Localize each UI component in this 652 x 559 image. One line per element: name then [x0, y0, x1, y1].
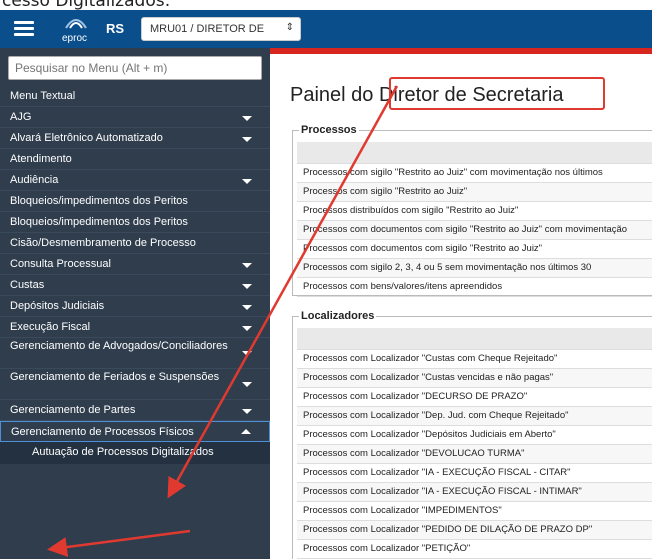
hamburger-menu-icon[interactable]	[14, 21, 34, 37]
profile-select[interactable]: MRU01 / DIRETOR DE ⇕	[141, 17, 301, 41]
sidebar-item-custas[interactable]: Custas	[0, 275, 270, 296]
caret-down-icon	[242, 116, 252, 121]
sidebar-item-label: Bloqueios/impedimentos dos Peritos	[10, 216, 188, 228]
table-row[interactable]: Processos com documentos com sigilo "Res…	[297, 240, 652, 259]
sidebar-item-gerenciamento-de-partes[interactable]: Gerenciamento de Partes	[0, 400, 270, 421]
table-row[interactable]: Processos com sigilo 2, 3, 4 ou 5 sem mo…	[297, 259, 652, 278]
sidebar-item-label: Menu Textual	[10, 90, 76, 102]
table-header	[297, 328, 652, 350]
caret-down-icon	[242, 179, 252, 184]
sidebar-item-label: Gerenciamento de Partes	[10, 404, 136, 416]
localizadores-panel: Localizadores Processos com Localizador …	[292, 310, 652, 559]
table-row[interactable]: Processos com Localizador "Custas com Ch…	[297, 350, 652, 369]
processos-list: Processos com sigilo "Restrito ao Juiz" …	[293, 164, 652, 297]
caret-down-icon	[242, 284, 252, 289]
table-row[interactable]: Processos com Localizador "Custas vencid…	[297, 369, 652, 388]
sidebar-item-gerenciamento-de-feriados-e-suspensoes[interactable]: Gerenciamento de Feriados e Suspensões	[0, 369, 270, 400]
table-row[interactable]: Processos com sigilo "Restrito ao Juiz"	[297, 183, 652, 202]
sidebar-item-label: Gerenciamento de Feriados e Suspensões	[10, 371, 220, 383]
annotation-highlight-box	[389, 77, 605, 110]
state-label: RS	[106, 21, 125, 36]
sidebar: Menu Textual AJG Alvará Eletrônico Automat…	[0, 48, 270, 559]
sidebar-subitem-autuacao-processos-digitalizados[interactable]: Autuação de Processos Digitalizados	[0, 442, 270, 464]
sidebar-item-menu-textual[interactable]: Menu Textual	[0, 86, 270, 107]
sidebar-item-label: AJG	[10, 111, 32, 123]
caret-down-icon	[242, 326, 252, 331]
sidebar-item-label: Gerenciamento de Advogados/Conciliadores	[10, 340, 228, 352]
eproc-logo: eproc	[56, 14, 96, 44]
sidebar-item-atendimento[interactable]: Atendimento	[0, 149, 270, 170]
processos-panel: Processos Processos com sigilo "Restrito…	[292, 124, 652, 297]
caret-down-icon	[242, 305, 252, 310]
sidebar-item-bloqueios-impedimentos-dos-peritos[interactable]: Bloqueios/impedimentos dos Peritos	[0, 191, 270, 212]
sidebar-item-label: Gerenciamento de Processos Físicos	[11, 426, 194, 438]
table-row[interactable]: Processos com Localizador "DECURSO DE PR…	[297, 388, 652, 407]
table-row[interactable]: Processos com bens/valores/itens apreend…	[297, 278, 652, 297]
table-row[interactable]: Processos com Localizador "Depósitos Jud…	[297, 426, 652, 445]
caret-down-icon	[242, 382, 252, 387]
table-row[interactable]: Processos distribuídos com sigilo "Restr…	[297, 202, 652, 221]
sidebar-item-bloqueios-impedimentos-dos-peritos[interactable]: Bloqueios/impedimentos dos Peritos	[0, 212, 270, 233]
sidebar-item-depositos-judiciais[interactable]: Depósitos Judiciais	[0, 296, 270, 317]
sidebar-item-execucao-fiscal[interactable]: Execução Fiscal	[0, 317, 270, 338]
table-row[interactable]: Processos com sigilo "Restrito ao Juiz" …	[297, 164, 652, 183]
main-content: Painel do Diretor de Secretaria Processo…	[270, 54, 652, 559]
select-arrows-icon: ⇕	[285, 22, 294, 33]
localizadores-list: Processos com Localizador "Custas com Ch…	[293, 350, 652, 559]
caret-down-icon	[242, 137, 252, 142]
caret-down-icon	[242, 263, 252, 268]
sidebar-menu: Menu Textual AJG Alvará Eletrônico Automat…	[0, 86, 270, 464]
sidebar-item-label: Bloqueios/impedimentos dos Peritos	[10, 195, 188, 207]
sidebar-item-gerenciamento-de-processos-fisicos[interactable]: Gerenciamento de Processos Físicos	[0, 421, 270, 442]
sidebar-item-label: Depósitos Judiciais	[10, 300, 105, 312]
sidebar-item-label: Audiência	[10, 174, 59, 186]
sidebar-item-ajg[interactable]: AJG	[0, 107, 270, 128]
sidebar-item-cisao-desmembramento-de-processo[interactable]: Cisão/Desmembramento de Processo	[0, 233, 270, 254]
caret-down-icon	[242, 409, 252, 414]
sidebar-item-label: Alvará Eletrônico Automatizado	[10, 132, 163, 144]
caret-down-icon	[242, 351, 252, 356]
sidebar-item-label: Atendimento	[10, 153, 72, 165]
menu-search-input[interactable]	[8, 56, 262, 80]
sidebar-item-label: Cisão/Desmembramento de Processo	[10, 237, 196, 249]
sidebar-item-label: Execução Fiscal	[10, 321, 91, 333]
table-row[interactable]: Processos com Localizador "PETIÇÃO"	[297, 540, 652, 559]
table-row[interactable]: Processos com Localizador "IA - EXECUÇÃO…	[297, 483, 652, 502]
table-row[interactable]: Processos com Localizador "PEDIDO DE DIL…	[297, 521, 652, 540]
table-header	[297, 142, 652, 164]
table-row[interactable]: Processos com Localizador "Dep. Jud. com…	[297, 407, 652, 426]
sidebar-item-label: Consulta Processual	[10, 258, 111, 270]
sidebar-item-gerenciamento-de-advogados-conciliadores[interactable]: Gerenciamento de Advogados/Conciliadores	[0, 338, 270, 369]
sidebar-item-consulta-processual[interactable]: Consulta Processual	[0, 254, 270, 275]
table-row[interactable]: Processos com Localizador "IA - EXECUÇÃO…	[297, 464, 652, 483]
table-row[interactable]: Processos com Localizador "DEVOLUCAO TUR…	[297, 445, 652, 464]
sidebar-item-label: Custas	[10, 279, 45, 291]
localizadores-legend: Localizadores	[301, 310, 375, 322]
top-bar: eproc RS MRU01 / DIRETOR DE ⇕	[0, 10, 652, 54]
caption-text: cesso Digitalizados:	[0, 0, 652, 10]
sidebar-item-alvara-eletronico-automatizado[interactable]: Alvará Eletrônico Automatizado	[0, 128, 270, 149]
sidebar-item-audiencia[interactable]: Audiência	[0, 170, 270, 191]
caret-up-icon	[241, 429, 251, 434]
processos-legend: Processos	[301, 124, 357, 136]
table-row[interactable]: Processos com documentos com sigilo "Res…	[297, 221, 652, 240]
table-row[interactable]: Processos com Localizador "IMPEDIMENTOS"	[297, 502, 652, 521]
